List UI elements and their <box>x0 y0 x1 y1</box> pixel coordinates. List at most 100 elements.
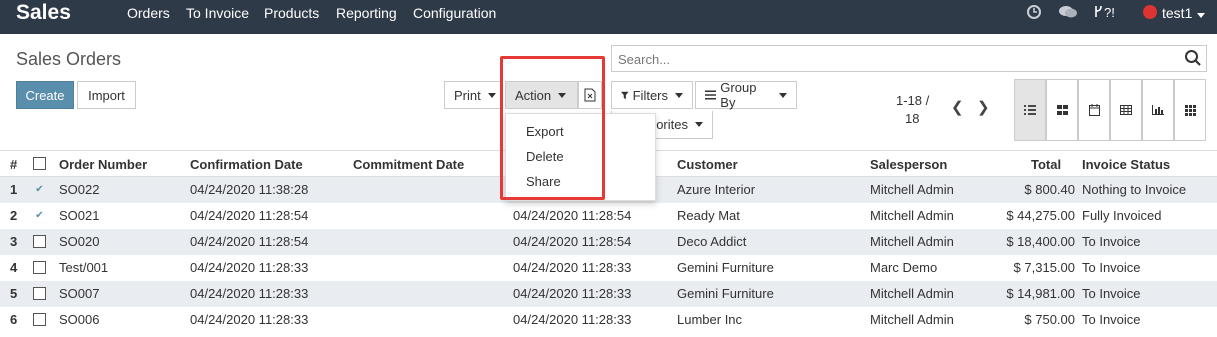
confirmation-date: 04/24/2020 11:28:33 <box>190 286 309 301</box>
row-index: 3 <box>10 234 18 249</box>
order-number: SO020 <box>59 234 100 249</box>
import-button[interactable]: Import <box>77 81 136 109</box>
salesperson: Mitchell Admin <box>870 286 954 301</box>
clock-icon[interactable] <box>1027 5 1041 22</box>
pager-value[interactable]: 1-18 / 18 <box>896 92 929 128</box>
table-row[interactable]: 4 Test/001 04/24/2020 11:28:33 04/24/202… <box>0 255 1217 281</box>
order-number: SO007 <box>59 286 100 301</box>
confirmation-date: 04/24/2020 11:28:54 <box>190 234 309 249</box>
debug-icon[interactable] <box>1094 5 1103 21</box>
top-navbar: Sales Orders To Invoice Products Reporti… <box>0 0 1217 34</box>
list-icon <box>705 90 717 100</box>
group-by-label: Group By <box>720 80 757 110</box>
page-title: Sales Orders <box>16 49 122 69</box>
create-button[interactable]: Create <box>16 81 74 109</box>
salesperson: Marc Demo <box>870 260 938 275</box>
customer: Gemini Furniture <box>677 286 774 301</box>
group-by-button[interactable]: Group By <box>695 80 797 110</box>
row-checkbox[interactable]: ✔ <box>33 209 46 222</box>
row-index: 5 <box>10 286 18 301</box>
total: $ 7,315.00 <box>1013 260 1075 275</box>
row-index: 4 <box>10 260 18 275</box>
print-label: Print <box>454 87 481 103</box>
invoice-status: To Invoice <box>1082 286 1141 301</box>
order-number: SO022 <box>59 182 100 197</box>
invoice-status: Nothing to Invoice <box>1082 182 1187 197</box>
table-row[interactable]: 5 SO007 04/24/2020 11:28:33 04/24/2020 1… <box>0 281 1217 307</box>
row-index: 2 <box>10 208 18 223</box>
salesperson: Mitchell Admin <box>870 182 954 197</box>
chat-icon[interactable] <box>1059 5 1077 22</box>
row-index: 1 <box>10 182 18 197</box>
column-commitment-date[interactable]: Commitment Date <box>353 157 464 172</box>
table-row[interactable]: 3 SO020 04/24/2020 11:28:54 04/24/2020 1… <box>0 229 1217 255</box>
user-name: test1 <box>1162 5 1193 21</box>
column-index: # <box>10 157 18 172</box>
column-salesperson[interactable]: Salesperson <box>870 157 947 172</box>
column-invoice-status[interactable]: Invoice Status <box>1082 157 1170 172</box>
invoice-status: Fully Invoiced <box>1082 208 1162 223</box>
row-index: 6 <box>10 312 18 327</box>
calendar-view-icon[interactable] <box>1078 79 1110 141</box>
kanban-view-icon[interactable] <box>1046 79 1078 141</box>
search-icon[interactable] <box>1184 49 1202 70</box>
app-brand[interactable]: Sales <box>16 1 71 25</box>
user-menu[interactable]: test1 <box>1162 5 1206 21</box>
confirmation-date: 04/24/2020 11:38:28 <box>190 182 309 197</box>
total: $ 14,981.00 <box>1006 286 1075 301</box>
column-customer[interactable]: Customer <box>677 157 738 172</box>
filter-icon <box>621 91 629 99</box>
search-input[interactable]: Search... <box>611 45 1207 72</box>
customer: Deco Addict <box>677 234 747 249</box>
highlight-annotation-box <box>500 56 605 200</box>
commitment-date: 04/24/2020 11:28:54 <box>513 208 632 223</box>
user-avatar[interactable] <box>1143 5 1157 19</box>
list-view-icon[interactable] <box>1014 79 1046 141</box>
commitment-date: 04/24/2020 11:28:33 <box>513 286 632 301</box>
table-row[interactable]: 2 ✔ SO021 04/24/2020 11:28:54 04/24/2020… <box>0 203 1217 229</box>
row-checkbox[interactable] <box>33 235 46 248</box>
row-checkbox[interactable] <box>33 313 46 326</box>
row-checkbox[interactable]: ✔ <box>33 183 46 196</box>
debug-label[interactable]: ?! <box>1104 5 1115 20</box>
menu-to-invoice[interactable]: To Invoice <box>186 5 249 21</box>
grid-view-icon[interactable] <box>1174 79 1206 141</box>
pager-range: 1-18 / <box>896 93 930 108</box>
customer: Lumber Inc <box>677 312 743 327</box>
column-confirmation-date[interactable]: Confirmation Date <box>190 157 303 172</box>
confirmation-date: 04/24/2020 11:28:33 <box>190 260 309 275</box>
total: $ 18,400.00 <box>1006 234 1075 249</box>
salesperson: Mitchell Admin <box>870 208 954 223</box>
invoice-status: To Invoice <box>1082 260 1141 275</box>
search-placeholder: Search... <box>618 52 671 67</box>
chevron-right-icon[interactable]: ❯ <box>977 98 990 116</box>
filters-label: Filters <box>632 87 668 103</box>
chevron-down-icon <box>487 92 496 98</box>
customer: Gemini Furniture <box>677 260 774 275</box>
total: $ 750.00 <box>1024 312 1075 327</box>
menu-configuration[interactable]: Configuration <box>413 5 496 21</box>
filters-button[interactable]: Filters <box>611 81 693 109</box>
column-total[interactable]: Total <box>1031 157 1061 172</box>
pager-total: 18 <box>905 111 920 126</box>
commitment-date: 04/24/2020 11:28:33 <box>513 260 632 275</box>
order-number: Test/001 <box>59 260 109 275</box>
chevron-down-icon <box>675 92 683 98</box>
commitment-date: 04/24/2020 11:28:33 <box>513 312 632 327</box>
graph-view-icon[interactable] <box>1142 79 1174 141</box>
table-row[interactable]: 6 SO006 04/24/2020 11:28:33 04/24/2020 1… <box>0 307 1217 333</box>
print-button[interactable]: Print <box>444 81 503 109</box>
invoice-status: To Invoice <box>1082 234 1141 249</box>
order-number: SO006 <box>59 312 100 327</box>
pivot-view-icon[interactable] <box>1110 79 1142 141</box>
row-checkbox[interactable] <box>33 287 46 300</box>
menu-reporting[interactable]: Reporting <box>336 5 397 21</box>
row-checkbox[interactable] <box>33 261 46 274</box>
menu-products[interactable]: Products <box>264 5 319 21</box>
chevron-down-icon <box>695 122 703 127</box>
customer: Azure Interior <box>677 182 756 197</box>
chevron-left-icon[interactable]: ❮ <box>951 98 964 116</box>
column-order-number[interactable]: Order Number <box>59 157 147 172</box>
select-all-checkbox[interactable] <box>33 157 46 170</box>
menu-orders[interactable]: Orders <box>127 5 170 21</box>
